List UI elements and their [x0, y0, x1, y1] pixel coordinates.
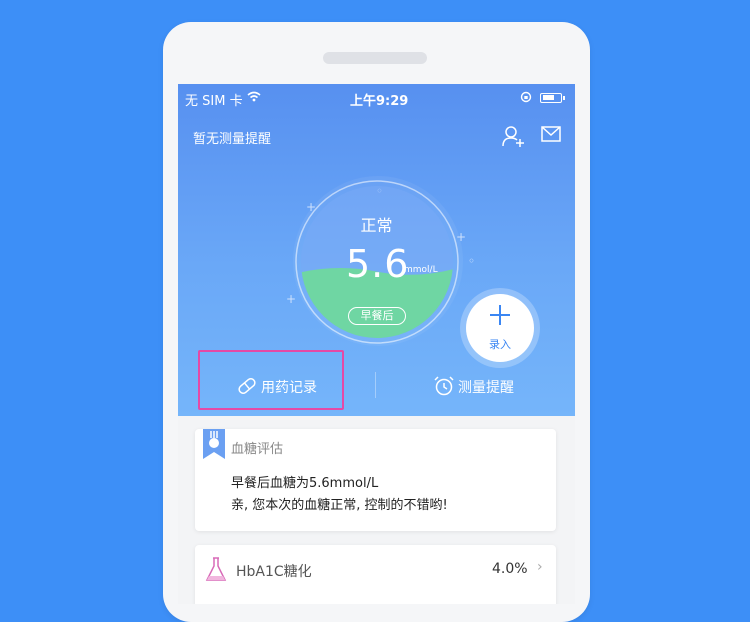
glucose-unit: mmol/L [404, 265, 438, 275]
status-bar: 无 SIM 卡 上午9:29 [178, 84, 575, 110]
wifi-icon [247, 91, 261, 102]
hba1c-card[interactable]: HbA1C糖化 4.0% › [195, 545, 556, 604]
action-divider [375, 372, 376, 398]
phone-speaker [323, 52, 427, 64]
meal-period-tag[interactable]: 早餐后 [348, 307, 406, 325]
sparkle-decoration: ◦ [468, 254, 476, 268]
hba1c-value: 4.0% [492, 561, 528, 577]
glucose-value: 5.6 [346, 242, 410, 286]
app-screen: 无 SIM 卡 上午9:29 暂无测量提醒 + + ◦ + 正常 5.6 mmo… [178, 84, 575, 604]
flask-icon [205, 557, 227, 581]
add-record-button[interactable]: 录入 [466, 294, 534, 362]
measure-reminder-label: 测量提醒 [458, 380, 514, 396]
top-bar: 暂无测量提醒 [178, 124, 575, 158]
medal-badge-icon [203, 429, 225, 459]
hba1c-label: HbA1C糖化 [236, 564, 312, 580]
plus-icon [490, 305, 510, 325]
orientation-lock-icon [520, 91, 532, 103]
assessment-card[interactable]: 血糖评估 早餐后血糖为5.6mmol/L 亲, 您本次的血糖正常, 控制的不错哟… [195, 429, 556, 531]
glucose-status: 正常 [360, 216, 393, 235]
mail-icon[interactable] [541, 126, 561, 142]
hero-panel: 无 SIM 卡 上午9:29 暂无测量提醒 + + ◦ + 正常 5.6 mmo… [178, 84, 575, 416]
battery-icon [540, 93, 565, 103]
alarm-clock-icon [434, 376, 454, 396]
highlight-frame [198, 350, 344, 410]
assessment-comment: 亲, 您本次的血糖正常, 控制的不错哟! [231, 498, 448, 513]
status-time: 上午9:29 [350, 94, 409, 109]
add-user-icon[interactable] [501, 124, 525, 148]
carrier-label: 无 SIM 卡 [185, 94, 243, 109]
add-record-label: 录入 [489, 338, 511, 351]
assessment-title: 血糖评估 [231, 442, 284, 457]
assessment-result: 早餐后血糖为5.6mmol/L [231, 476, 379, 491]
phone-frame: 无 SIM 卡 上午9:29 暂无测量提醒 + + ◦ + 正常 5.6 mmo… [163, 22, 590, 622]
reminder-status-text: 暂无测量提醒 [193, 132, 272, 147]
chevron-right-icon: › [537, 559, 543, 575]
